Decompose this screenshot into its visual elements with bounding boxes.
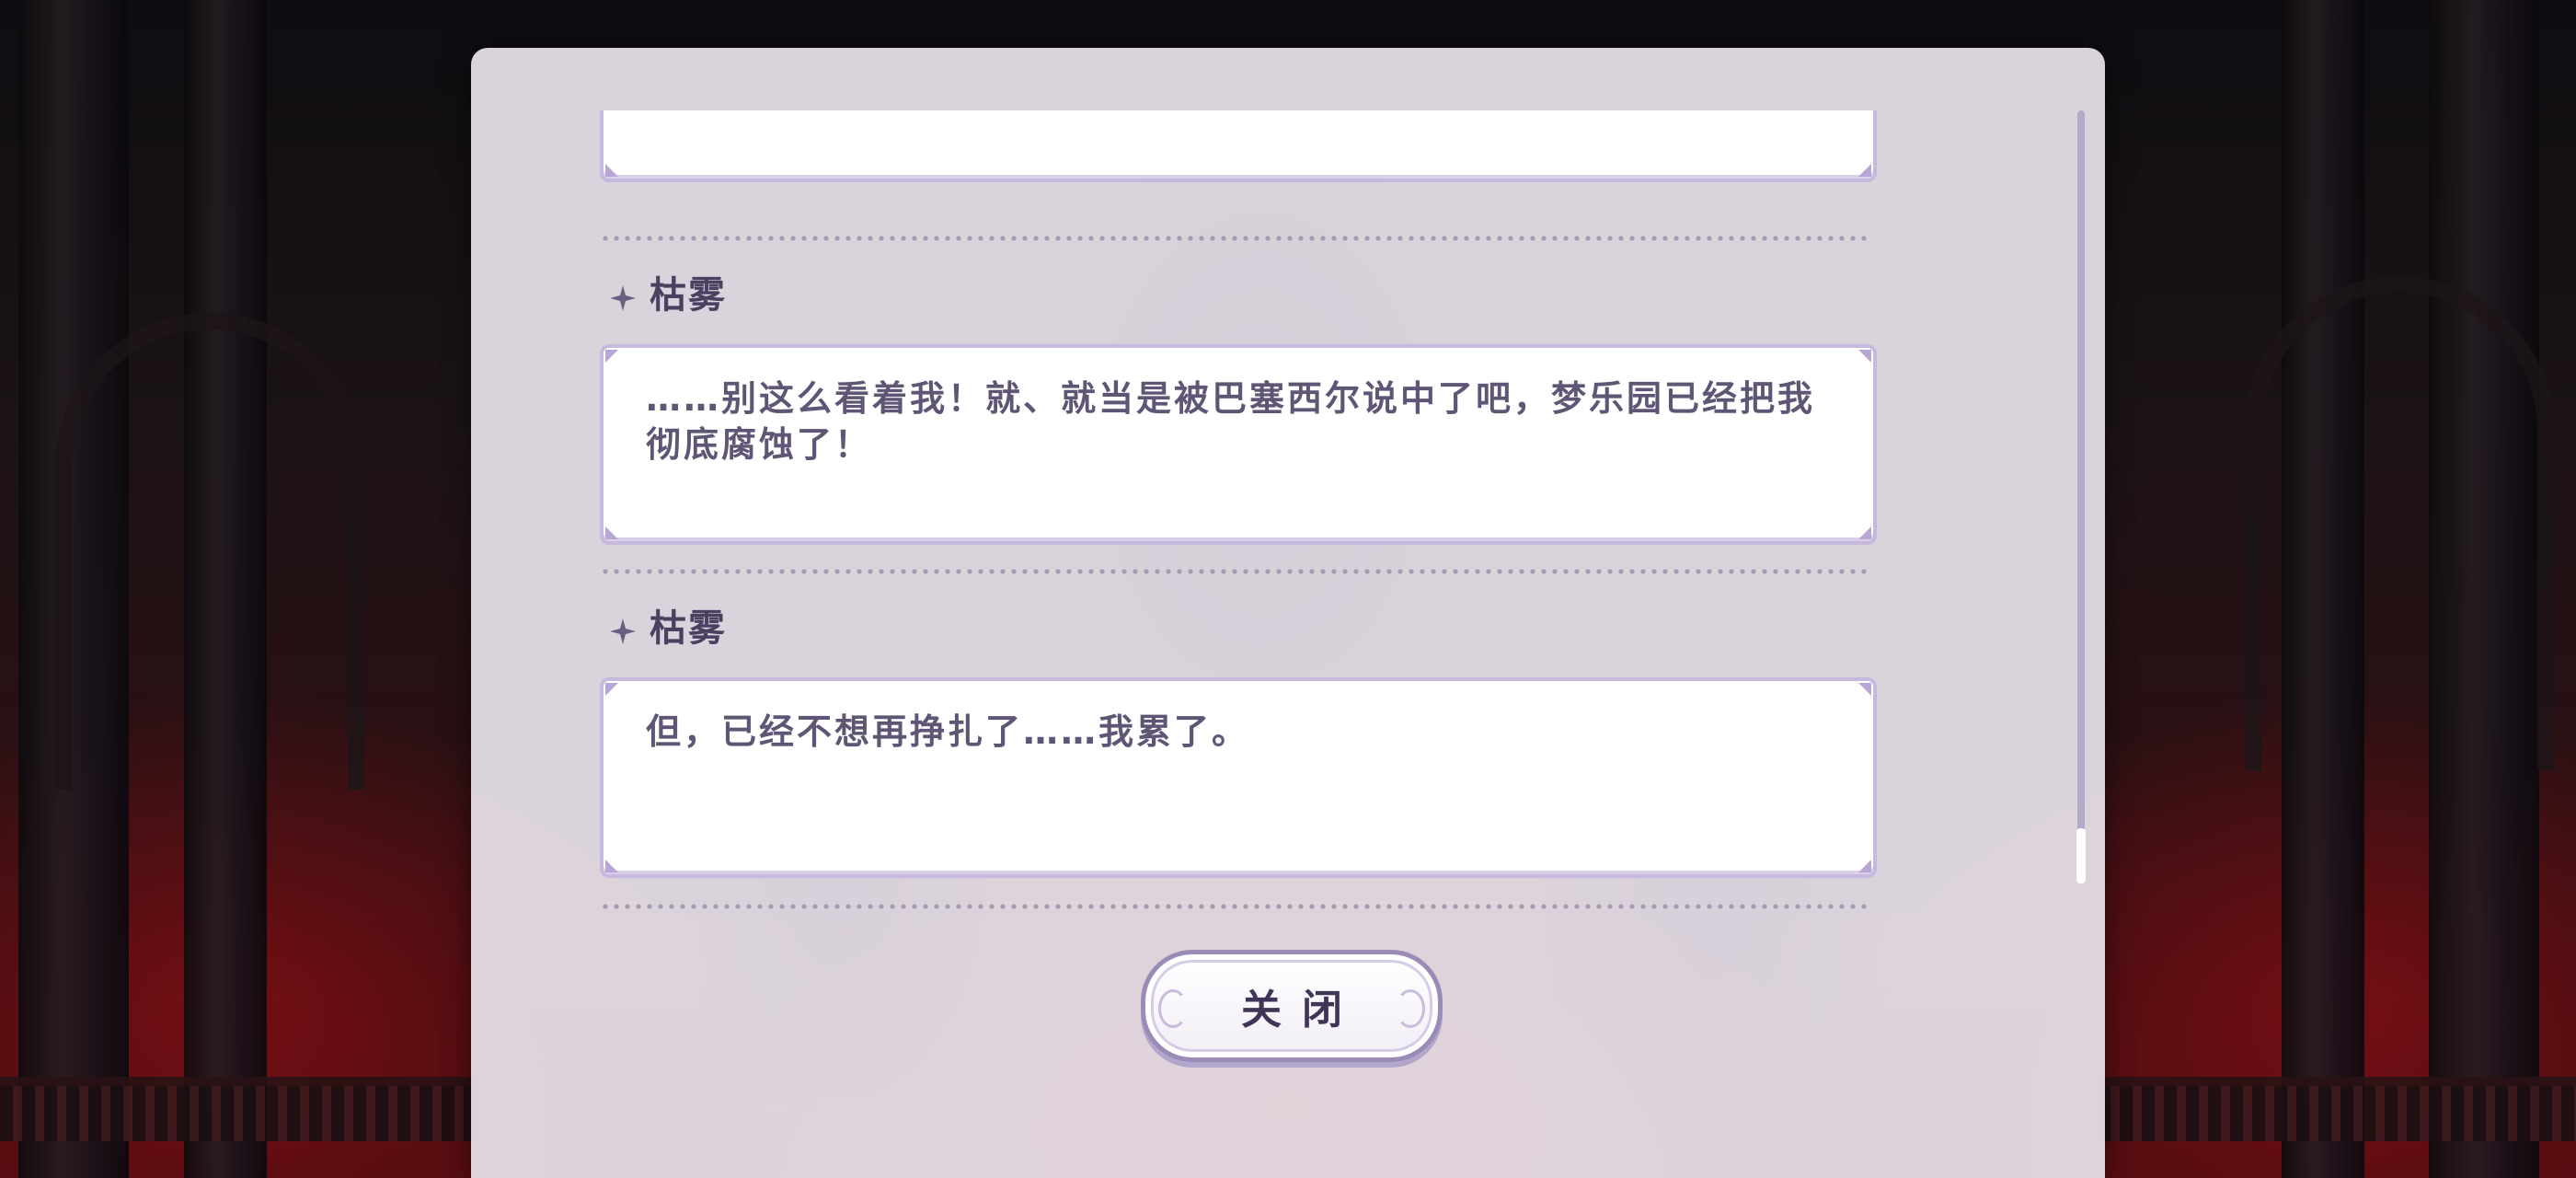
four-point-star-icon — [610, 285, 636, 311]
speaker-name: 枯雾 — [650, 274, 727, 317]
close-button[interactable]: 关闭 — [1141, 950, 1443, 1062]
bubble-corner-ornament — [1858, 350, 1871, 363]
bubble-corner-ornament — [605, 860, 618, 872]
bubble-corner-ornament — [1858, 526, 1871, 539]
dotted-divider — [600, 236, 1869, 241]
dialogue-entry-bubble — [600, 110, 1877, 182]
speaker-label: 枯雾 — [609, 267, 727, 317]
dialogue-text: ……别这么看着我！就、就当是被巴塞西尔说中了吧，梦乐园已经把我彻底腐蚀了！ — [646, 378, 1816, 465]
dialogue-log-list[interactable]: 枯雾 ……别这么看着我！就、就当是被巴塞西尔说中了吧，梦乐园已经把我彻底腐蚀了！… — [600, 110, 1877, 920]
dotted-divider — [600, 904, 1869, 909]
bubble-corner-ornament — [605, 164, 618, 177]
scrollbar-track[interactable] — [2076, 110, 2086, 884]
bubble-corner-ornament — [605, 526, 618, 539]
button-ornament — [1396, 989, 1425, 1028]
background-balustrade — [2098, 1077, 2576, 1141]
background-arch — [2245, 276, 2554, 771]
bubble-corner-ornament — [605, 683, 618, 696]
dialogue-text: 但，已经不想再挣扎了……我累了。 — [646, 711, 1250, 752]
speaker-label: 枯雾 — [609, 600, 727, 650]
dialogue-entry-bubble: ……别这么看着我！就、就当是被巴塞西尔说中了吧，梦乐园已经把我彻底腐蚀了！ — [600, 344, 1877, 545]
dialogue-entry-bubble: 但，已经不想再挣扎了……我累了。 — [600, 677, 1877, 878]
close-button-label: 关闭 — [1241, 987, 1363, 1034]
bubble-corner-ornament — [1858, 683, 1871, 696]
background-arch — [55, 313, 364, 790]
bubble-corner-ornament — [605, 350, 618, 363]
speaker-name: 枯雾 — [650, 607, 727, 650]
dotted-divider — [600, 569, 1869, 574]
four-point-star-icon — [610, 618, 636, 644]
scrollbar-thumb[interactable] — [2076, 828, 2086, 884]
dialogue-log-panel: 枯雾 ……别这么看着我！就、就当是被巴塞西尔说中了吧，梦乐园已经把我彻底腐蚀了！… — [471, 48, 2105, 1178]
bubble-corner-ornament — [1858, 860, 1871, 872]
button-ornament — [1158, 989, 1188, 1028]
bubble-corner-ornament — [1858, 164, 1871, 177]
background-balustrade — [0, 1077, 478, 1141]
